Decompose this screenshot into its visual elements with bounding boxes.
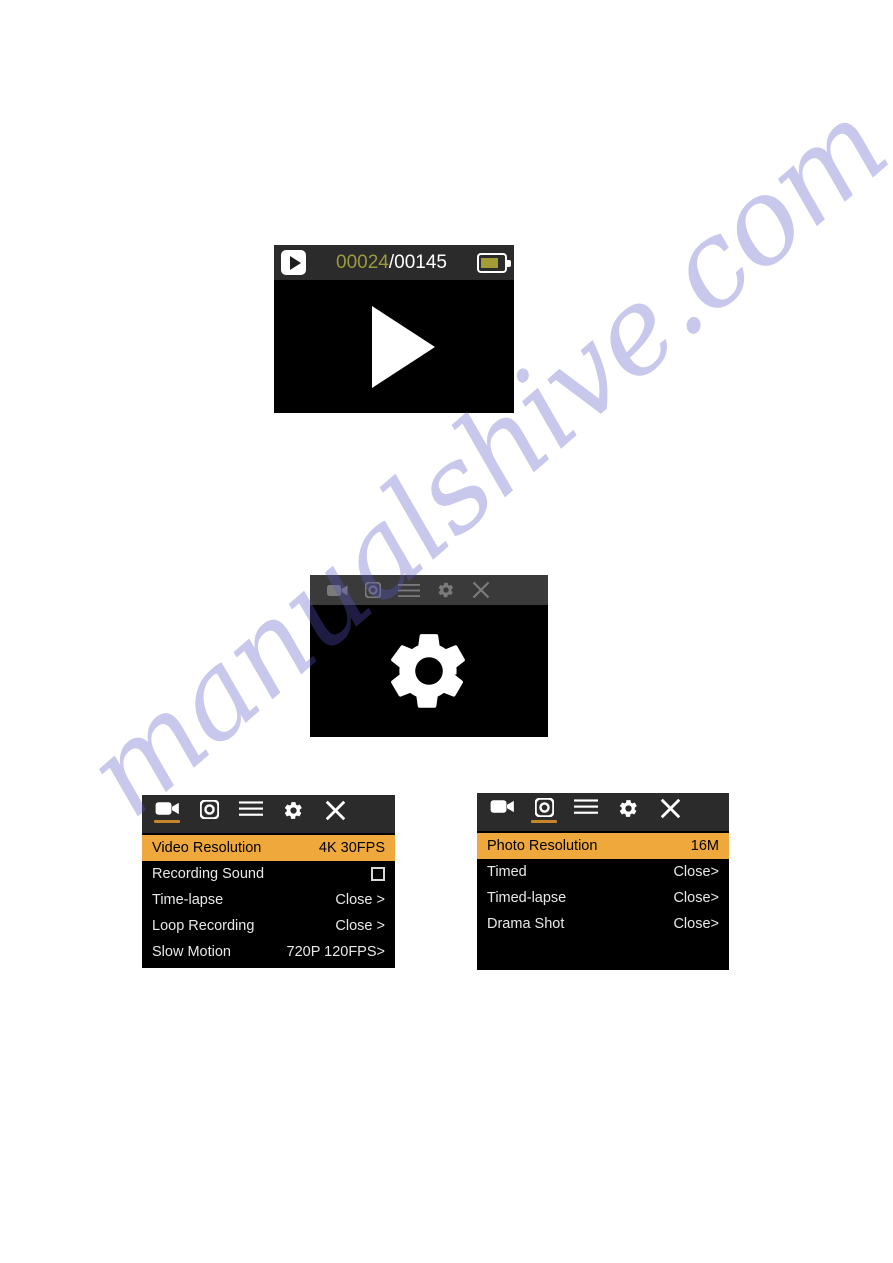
file-counter: 00024/00145 [336, 252, 447, 274]
tab-active-indicator [154, 820, 180, 823]
tab-photo[interactable] [196, 800, 222, 825]
close-x-icon[interactable] [472, 581, 490, 599]
menu-row-label: Time-lapse [152, 892, 224, 908]
tab-active-indicator [322, 824, 348, 827]
gear-icon [383, 625, 475, 717]
video-camera-icon [490, 798, 515, 815]
file-counter-total: 00145 [394, 251, 447, 273]
menu-row-value: 4K 30FPS [318, 840, 385, 856]
playback-status-bar: 00024/00145 [274, 245, 514, 280]
menu-row[interactable]: Loop Recording Close > [142, 913, 395, 939]
menu-row[interactable]: Slow Motion 720P 120FPS> [142, 939, 395, 965]
tab-photo[interactable] [531, 798, 557, 823]
play-triangle-glyph [289, 255, 301, 270]
video-menu-toolbar [142, 795, 395, 833]
photo-camera-icon[interactable] [365, 582, 381, 598]
photo-camera-icon [199, 800, 219, 819]
tab-active-indicator [573, 818, 599, 821]
tab-active-indicator [531, 820, 557, 823]
photo-menu-toolbar [477, 793, 729, 831]
photo-camera-icon [534, 798, 554, 817]
tab-video[interactable] [489, 798, 515, 821]
menu-row-label: Recording Sound [152, 866, 265, 882]
menu-row-value: Close> [673, 890, 719, 906]
gear-icon[interactable] [437, 581, 455, 599]
tab-exit[interactable] [322, 800, 348, 827]
menu-row-label: Photo Resolution [487, 838, 598, 854]
close-x-icon [660, 798, 681, 819]
tab-video[interactable] [154, 800, 180, 823]
photo-settings-menu: Photo Resolution 16M Timed Close> Timed-… [477, 793, 729, 970]
menu-row-label: Timed [487, 864, 527, 880]
menu-row[interactable]: Video Resolution 4K 30FPS [142, 835, 395, 861]
menu-row-label: Drama Shot [487, 916, 565, 932]
tab-settings[interactable] [280, 800, 306, 827]
menu-row-label: Timed-lapse [487, 890, 567, 906]
tab-active-indicator [238, 820, 264, 823]
hamburger-menu-icon [239, 800, 263, 817]
tab-playback[interactable] [238, 800, 264, 823]
menu-row[interactable]: Recording Sound [142, 861, 395, 887]
video-camera-icon [155, 800, 180, 817]
menu-row-value: 16M [690, 838, 719, 854]
menu-row[interactable]: Drama Shot Close> [477, 911, 729, 937]
playback-screen: 00024/00145 [274, 245, 514, 413]
hamburger-menu-icon[interactable] [398, 583, 420, 598]
play-icon[interactable] [281, 250, 306, 275]
menu-row-value: Close> [673, 864, 719, 880]
play-triangle-icon [371, 305, 435, 388]
gear-icon [283, 800, 304, 821]
menu-row[interactable]: Timed Close> [477, 859, 729, 885]
hamburger-menu-icon [574, 798, 598, 815]
menu-row-value: Close > [335, 892, 385, 908]
battery-fill [481, 257, 498, 268]
play-button-large[interactable] [274, 280, 514, 413]
tab-active-indicator [615, 822, 641, 825]
menu-row[interactable]: Time-lapse Close > [142, 887, 395, 913]
tab-active-indicator [489, 818, 515, 821]
splash-body [310, 605, 548, 737]
menu-row-value: Close > [335, 918, 385, 934]
menu-row-label: Video Resolution [152, 840, 262, 856]
video-camera-icon[interactable] [327, 583, 348, 598]
settings-splash-screen [310, 575, 548, 737]
tab-active-indicator [657, 822, 683, 825]
close-x-icon [325, 800, 346, 821]
menu-row[interactable]: Timed-lapse Close> [477, 885, 729, 911]
video-settings-menu: Video Resolution 4K 30FPS Recording Soun… [142, 795, 395, 968]
splash-toolbar [310, 575, 548, 605]
battery-icon [477, 252, 511, 273]
file-counter-current: 00024 [336, 251, 389, 273]
recording-sound-checkbox[interactable] [371, 867, 385, 881]
menu-row[interactable]: Photo Resolution 16M [477, 833, 729, 859]
tab-settings[interactable] [615, 798, 641, 825]
tab-playback[interactable] [573, 798, 599, 821]
menu-row-label: Loop Recording [152, 918, 255, 934]
tab-active-indicator [280, 824, 306, 827]
tab-active-indicator [196, 822, 222, 825]
gear-icon [618, 798, 639, 819]
menu-row-value: 720P 120FPS> [286, 944, 386, 960]
menu-row-label: Slow Motion [152, 944, 231, 960]
menu-row-value: Close> [673, 916, 719, 932]
tab-exit[interactable] [657, 798, 683, 825]
